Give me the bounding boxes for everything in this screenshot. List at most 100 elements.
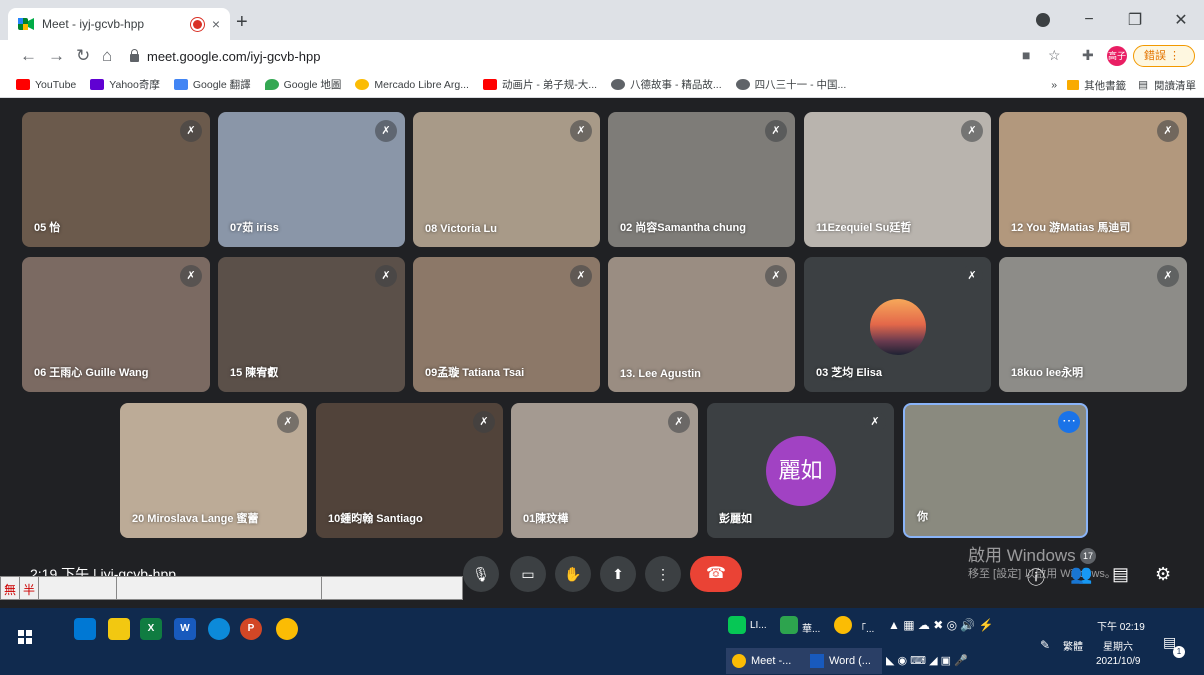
participant-name: 03 芝均 Elisa — [816, 367, 883, 379]
mic-off-icon: ✗ — [473, 411, 495, 433]
tray-app-label: LI... — [750, 620, 767, 631]
forward-icon[interactable]: → — [48, 46, 65, 66]
mic-off-icon: ✗ — [668, 411, 690, 433]
minimize-button[interactable]: − — [1066, 11, 1112, 29]
mic-button[interactable]: 🎙 — [463, 556, 499, 592]
participant-tile[interactable]: ✗ 15 陳宥叡 — [218, 257, 405, 392]
chrome-icon — [732, 654, 746, 668]
tab-meet[interactable]: Meet - iyj-gcvb-hpp × — [8, 8, 230, 40]
chrome-icon[interactable] — [276, 618, 298, 640]
chrome-icon[interactable] — [834, 616, 852, 634]
mic-off-icon: ✗ — [375, 265, 397, 287]
bookmarks-right: » 其他書籤 ▤ 閱讀清單 — [1051, 72, 1196, 98]
tab-title: Meet - iyj-gcvb-hpp — [42, 17, 145, 31]
address-bar[interactable]: meet.google.com/iyj-gcvb-hpp — [130, 44, 1030, 68]
participant-tile[interactable]: ✗ 01陳玟樺 — [511, 403, 698, 538]
more-options-icon[interactable]: ⋯ — [1058, 411, 1080, 433]
participant-tile[interactable]: ✗ 20 Miroslava Lange 蜜蕾 — [120, 403, 307, 538]
bookmark-48-31[interactable]: 四八三十一 - 中国... — [735, 77, 846, 92]
chat-icon[interactable]: ▤ — [1112, 564, 1129, 585]
clock-date: 2021/10/9 — [1096, 656, 1141, 667]
participant-tile[interactable]: ✗ 03 芝均 Elisa — [804, 257, 991, 392]
mic-off-icon: ✗ — [277, 411, 299, 433]
participant-name: 09孟璇 Tatiana Tsai — [425, 367, 525, 379]
browser-toolbar: ← → ↻ ⌂ meet.google.com/iyj-gcvb-hpp ■ ☆… — [0, 40, 1204, 72]
participant-tile[interactable]: ✗ 09孟璇 Tatiana Tsai — [413, 257, 600, 392]
desktop-icon[interactable] — [74, 618, 96, 640]
home-icon[interactable]: ⌂ — [102, 46, 112, 66]
reload-icon[interactable]: ↻ — [76, 46, 90, 66]
translate-icon — [173, 79, 188, 90]
pen-icon[interactable]: ✎ — [1040, 638, 1050, 652]
back-icon[interactable]: ← — [20, 46, 37, 66]
ime-width[interactable]: 半 — [20, 577, 40, 599]
file-explorer-icon[interactable] — [108, 618, 130, 640]
reading-list[interactable]: 閱讀清單 — [1154, 78, 1196, 93]
windows-start-icon[interactable] — [18, 630, 32, 644]
participant-tile[interactable]: ✗ 11Ezequiel Su廷哲 — [804, 112, 991, 247]
yahoo-icon — [90, 79, 105, 90]
bookmark-youtube[interactable]: YouTube — [16, 79, 76, 91]
input-language[interactable]: 繁體 — [1063, 638, 1083, 653]
contacts-icon[interactable] — [780, 616, 798, 634]
participant-tile[interactable]: ✗ 12 You 游Matias 馬迪司 — [999, 112, 1187, 247]
participant-tile[interactable]: ✗ 10鍾昀翰 Santiago — [316, 403, 503, 538]
close-window-button[interactable]: ✕ — [1158, 10, 1204, 30]
mic-off-icon: ✗ — [180, 265, 202, 287]
mic-off-icon: ✗ — [570, 265, 592, 287]
participant-tile[interactable]: ✗ 18kuo lee永明 — [999, 257, 1187, 392]
globe-icon — [611, 79, 626, 90]
present-button[interactable]: ⬆ — [600, 556, 636, 592]
line-icon[interactable] — [728, 616, 746, 634]
camera-indicator-icon[interactable]: ■ — [1022, 47, 1030, 63]
more-options-button[interactable]: ⋮ — [645, 556, 681, 592]
info-icon[interactable]: ⓘ — [1027, 564, 1045, 590]
bookmark-youtube-cartoon[interactable]: 动画片 - 弟子规-大... — [482, 77, 597, 92]
participant-name: 07茹 iriss — [230, 222, 279, 234]
end-call-button[interactable]: ☎ — [690, 556, 742, 592]
participant-tile[interactable]: ✗ 08 Victoria Lu — [413, 112, 600, 247]
folder-icon — [1067, 80, 1080, 90]
youtube-icon — [16, 79, 30, 90]
system-tray-icons[interactable]: ◣ ◉ ⌨ ◢ ▣ 🎤 — [886, 654, 968, 667]
profile-avatar[interactable]: 高子 — [1107, 46, 1127, 66]
bookmarks-overflow-button[interactable]: » — [1051, 79, 1057, 91]
tray-icons[interactable]: ▲ ▦ ☁ ✖ ◎ 🔊 ⚡ — [888, 618, 994, 632]
avatar — [870, 299, 926, 355]
participant-name: 10鍾昀翰 Santiago — [328, 513, 423, 525]
extensions-icon[interactable]: ✚ — [1082, 47, 1094, 64]
restore-button[interactable]: ❐ — [1112, 10, 1158, 30]
excel-icon[interactable]: X — [140, 618, 162, 640]
profile-icon[interactable] — [1036, 13, 1050, 27]
mic-off-icon: ✗ — [961, 120, 983, 142]
bookmark-star-icon[interactable]: ☆ — [1048, 47, 1061, 64]
powerpoint-icon[interactable]: P — [240, 618, 262, 640]
self-tile[interactable]: ⋯ 你 — [903, 403, 1088, 538]
people-icon[interactable]: 👥 — [1070, 564, 1092, 585]
activities-icon[interactable]: ⚙ — [1155, 564, 1171, 585]
participant-tile[interactable]: ✗ 06 王雨心 Guille Wang — [22, 257, 210, 392]
bookmark-google-maps[interactable]: Google 地圖 — [264, 77, 341, 92]
participant-tile[interactable]: ✗ 02 尚容Samantha chung — [608, 112, 795, 247]
new-tab-button[interactable]: + — [236, 12, 248, 32]
camera-button[interactable]: ▭ — [510, 556, 546, 592]
bookmark-yahoo[interactable]: Yahoo奇摩 — [90, 77, 160, 92]
clock-time: 下午 02:19 — [1097, 622, 1145, 633]
word-icon[interactable]: W — [174, 618, 196, 640]
other-bookmarks[interactable]: 其他書籤 — [1084, 78, 1126, 93]
tab-close-button[interactable]: × — [212, 16, 220, 32]
bookmark-google-translate[interactable]: Google 翻譯 — [173, 77, 251, 92]
clock-day: 星期六 — [1103, 642, 1133, 653]
taskbar-app-word[interactable]: Word (... — [804, 648, 882, 674]
update-button[interactable]: 錯誤 ⋮ — [1133, 45, 1195, 67]
raise-hand-button[interactable]: ✋ — [555, 556, 591, 592]
participant-tile[interactable]: ✗ 07茹 iriss — [218, 112, 405, 247]
bookmark-bade-stories[interactable]: 八德故事 - 精品故... — [611, 77, 722, 92]
ime-mode[interactable]: 無 — [1, 577, 21, 599]
participant-tile[interactable]: ✗ 13. Lee Agustin — [608, 257, 795, 392]
edge-icon[interactable] — [208, 618, 230, 640]
bookmark-mercado-libre[interactable]: Mercado Libre Arg... — [355, 79, 469, 91]
ime-slot — [39, 577, 118, 599]
participant-tile[interactable]: ✗ 05 怡 — [22, 112, 210, 247]
participant-tile[interactable]: ✗ 麗如 彭麗如 — [707, 403, 894, 538]
